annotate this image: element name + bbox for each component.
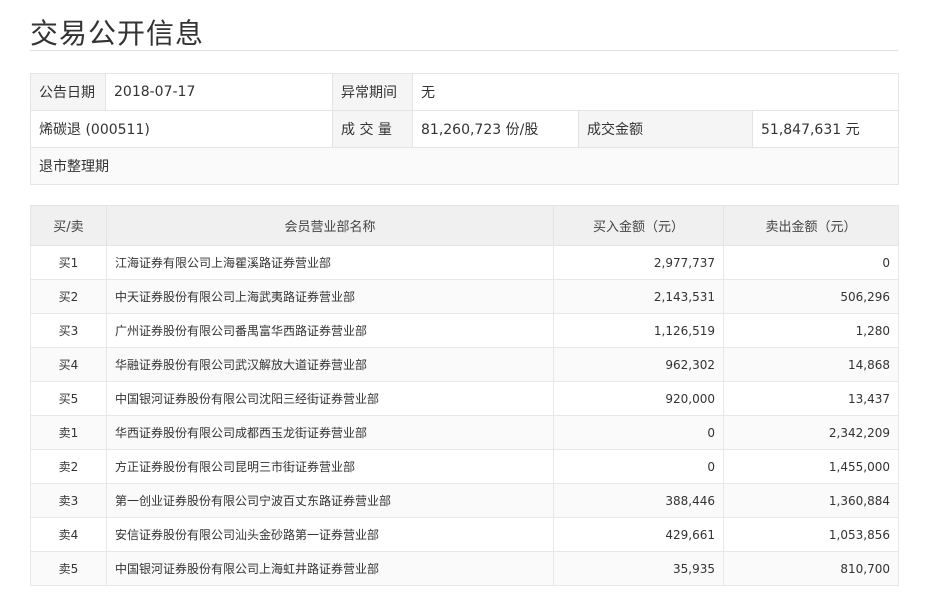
row-buy: 920,000 xyxy=(553,381,724,416)
table-row: 买1 江海证券有限公司上海瞿溪路证券营业部 2,977,737 0 xyxy=(30,245,899,280)
page: 交易公开信息 公告日期 2018-07-17 异常期间 无 烯碳退 (00051… xyxy=(0,0,929,614)
row-broker: 江海证券有限公司上海瞿溪路证券营业部 xyxy=(106,245,554,280)
title-divider xyxy=(30,50,898,51)
table-row: 买3 广州证券股份有限公司番禺富华西路证券营业部 1,126,519 1,280 xyxy=(30,313,899,348)
info-table: 公告日期 2018-07-17 异常期间 无 烯碳退 (000511) 成 交 … xyxy=(29,73,900,185)
listing-reason: 退市整理期 xyxy=(29,147,900,185)
table-row: 买5 中国银河证券股份有限公司沈阳三经街证券营业部 920,000 13,437 xyxy=(30,381,899,416)
row-sell: 506,296 xyxy=(723,279,899,314)
col-header-buy: 买入金额（元） xyxy=(553,205,724,246)
volume-label: 成 交 量 xyxy=(332,110,413,148)
row-broker: 中国银河证券股份有限公司上海虹井路证券营业部 xyxy=(106,551,554,586)
row-buy: 2,977,737 xyxy=(553,245,724,280)
period-value: 无 xyxy=(411,73,900,111)
table-row: 卖2 方正证券股份有限公司昆明三市街证券营业部 0 1,455,000 xyxy=(30,449,899,484)
row-sell: 0 xyxy=(723,245,899,280)
row-side: 卖5 xyxy=(30,551,107,586)
row-sell: 13,437 xyxy=(723,381,899,416)
period-label: 异常期间 xyxy=(332,73,413,111)
table-row: 卖1 华西证券股份有限公司成都西玉龙街证券营业部 0 2,342,209 xyxy=(30,415,899,450)
page-title: 交易公开信息 xyxy=(30,17,205,50)
row-sell: 1,053,856 xyxy=(723,517,899,552)
row-side: 买5 xyxy=(30,381,107,416)
row-side: 买3 xyxy=(30,313,107,348)
date-label: 公告日期 xyxy=(30,73,106,111)
row-sell: 2,342,209 xyxy=(723,415,899,450)
row-sell: 1,280 xyxy=(723,313,899,348)
table-row: 卖4 安信证券股份有限公司汕头金砂路第一证券营业部 429,661 1,053,856 xyxy=(30,517,899,552)
col-header-side: 买/卖 xyxy=(30,205,107,246)
row-side: 买2 xyxy=(30,279,107,314)
amount-label: 成交金额 xyxy=(578,110,753,148)
row-buy: 429,661 xyxy=(553,517,724,552)
row-side: 卖4 xyxy=(30,517,107,552)
row-broker: 方正证券股份有限公司昆明三市街证券营业部 xyxy=(106,449,554,484)
row-sell: 14,868 xyxy=(723,347,899,382)
row-side: 卖1 xyxy=(30,415,107,450)
row-buy: 0 xyxy=(553,449,724,484)
row-broker: 中国银河证券股份有限公司沈阳三经街证券营业部 xyxy=(106,381,554,416)
col-header-name: 会员营业部名称 xyxy=(106,205,554,246)
row-broker: 华融证券股份有限公司武汉解放大道证券营业部 xyxy=(106,347,554,382)
row-buy: 35,935 xyxy=(553,551,724,586)
table-row: 卖5 中国银河证券股份有限公司上海虹井路证券营业部 35,935 810,700 xyxy=(30,551,899,586)
stock-name: 烯碳退 (000511) xyxy=(30,110,333,148)
row-broker: 中天证券股份有限公司上海武夷路证券营业部 xyxy=(106,279,554,314)
trading-table: 买/卖 会员营业部名称 买入金额（元） 卖出金额（元） 买1 江海证券有限公司上海… xyxy=(30,205,899,586)
row-broker: 广州证券股份有限公司番禺富华西路证券营业部 xyxy=(106,313,554,348)
row-side: 卖2 xyxy=(30,449,107,484)
row-sell: 810,700 xyxy=(723,551,899,586)
row-buy: 1,126,519 xyxy=(553,313,724,348)
row-side: 买1 xyxy=(30,245,107,280)
row-broker: 第一创业证券股份有限公司宁波百丈东路证券营业部 xyxy=(106,483,554,518)
row-sell: 1,360,884 xyxy=(723,483,899,518)
row-side: 买4 xyxy=(30,347,107,382)
row-buy: 962,302 xyxy=(553,347,724,382)
col-header-sell: 卖出金额（元） xyxy=(723,205,899,246)
row-broker: 安信证券股份有限公司汕头金砂路第一证券营业部 xyxy=(106,517,554,552)
table-header-row: 买/卖 会员营业部名称 买入金额（元） 卖出金额（元） xyxy=(30,205,899,246)
row-buy: 0 xyxy=(553,415,724,450)
row-buy: 388,446 xyxy=(553,483,724,518)
amount-value: 51,847,631 元 xyxy=(751,110,900,148)
row-sell: 1,455,000 xyxy=(723,449,899,484)
row-buy: 2,143,531 xyxy=(553,279,724,314)
row-side: 卖3 xyxy=(30,483,107,518)
volume-value: 81,260,723 份/股 xyxy=(412,110,579,148)
table-row: 买4 华融证券股份有限公司武汉解放大道证券营业部 962,302 14,868 xyxy=(30,347,899,382)
row-broker: 华西证券股份有限公司成都西玉龙街证券营业部 xyxy=(106,415,554,450)
table-row: 卖3 第一创业证券股份有限公司宁波百丈东路证券营业部 388,446 1,360,88… xyxy=(30,483,899,518)
date-value: 2018-07-17 xyxy=(105,73,333,111)
table-row: 买2 中天证券股份有限公司上海武夷路证券营业部 2,143,531 506,296 xyxy=(30,279,899,314)
